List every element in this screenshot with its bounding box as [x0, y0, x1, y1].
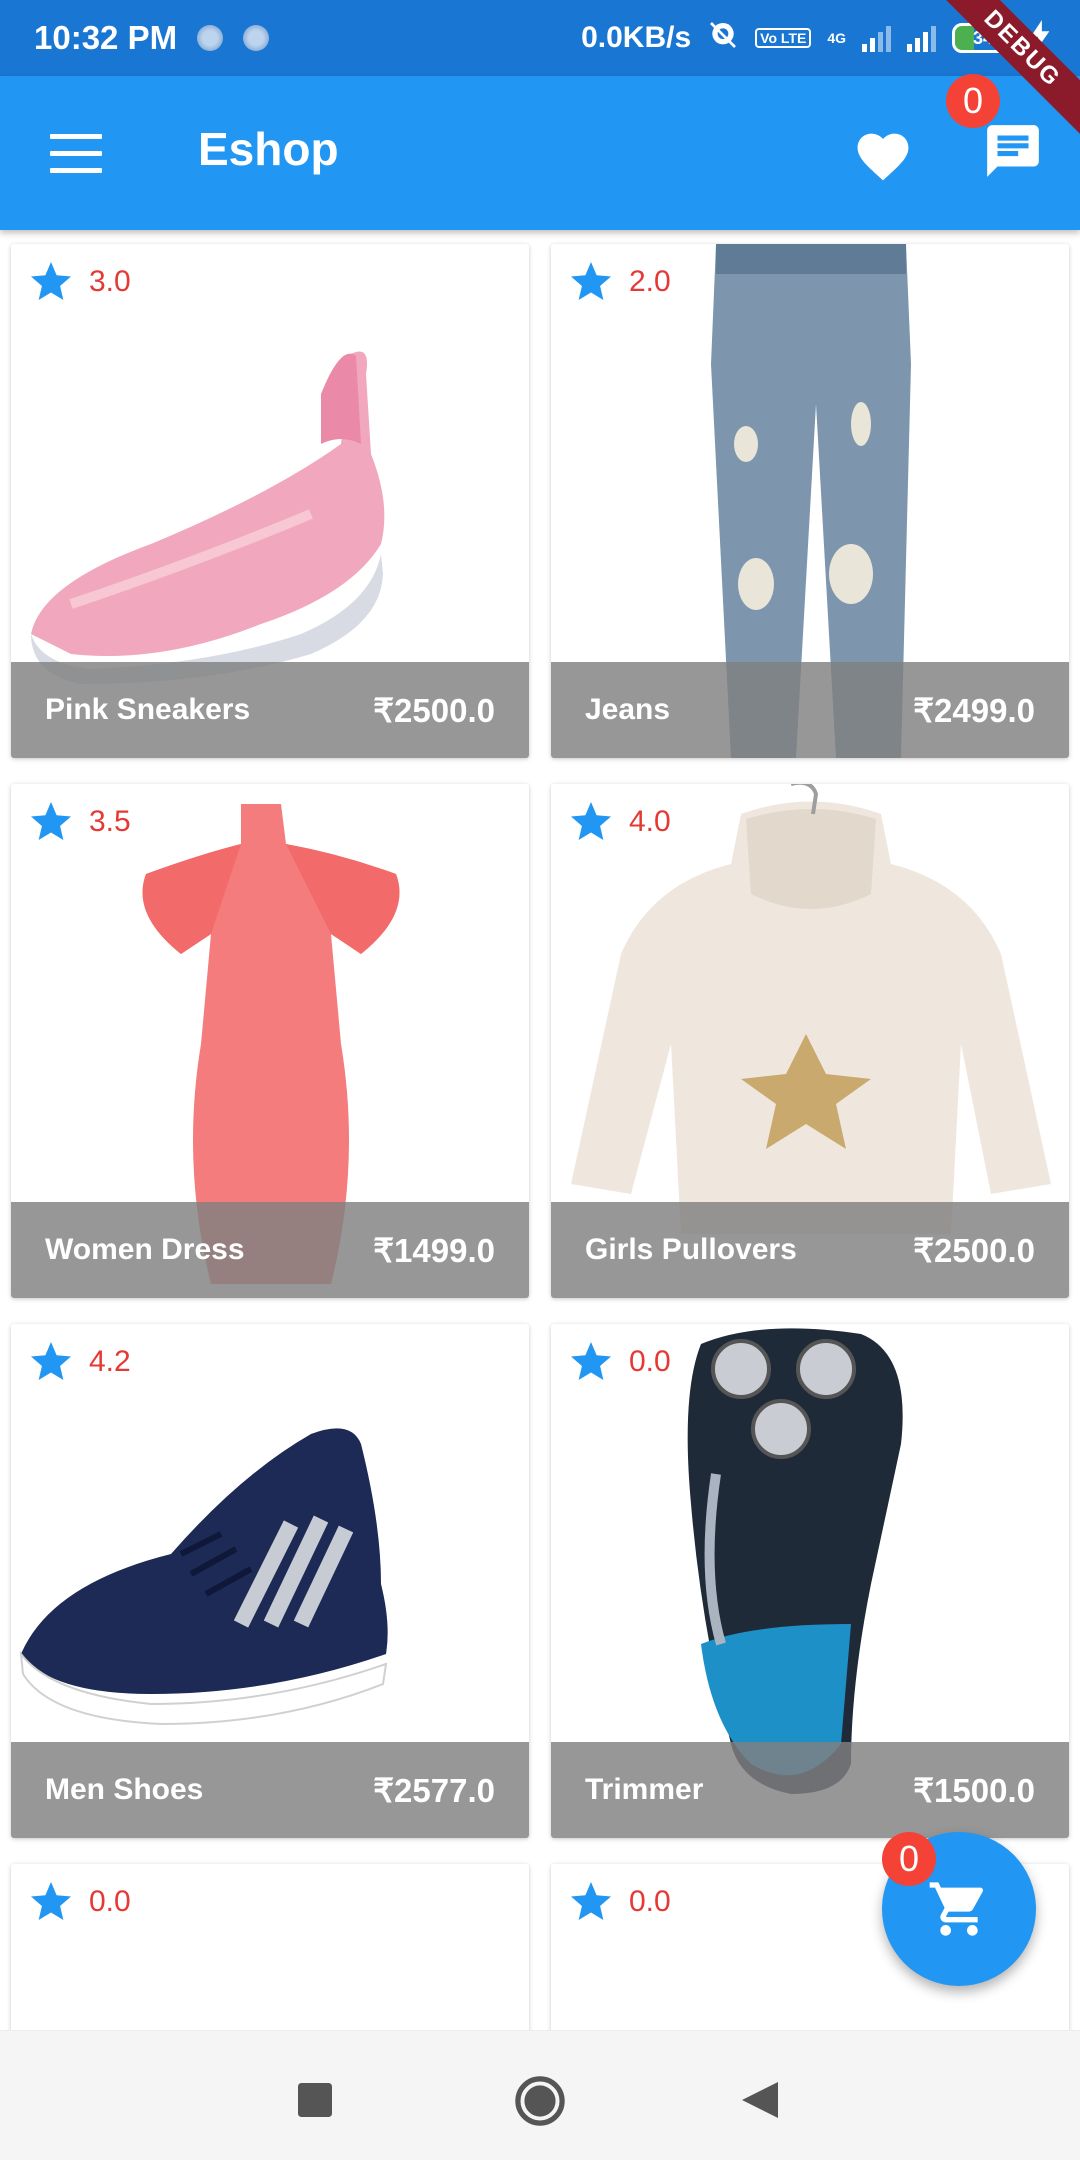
rating: 3.5 — [27, 798, 131, 846]
rating: 3.0 — [27, 258, 131, 306]
rating-value: 3.5 — [89, 805, 131, 838]
rating-value: 3.0 — [89, 265, 131, 298]
back-triangle-icon[interactable] — [742, 2081, 778, 2124]
network-type: 4G — [827, 30, 846, 46]
star-icon — [571, 262, 611, 300]
network-speed: 0.0KB/s — [581, 21, 692, 54]
product-caption: Trimmer ₹1500.0 — [551, 1742, 1069, 1838]
product-price: ₹2500.0 — [913, 1231, 1035, 1269]
app-title: Eshop — [198, 123, 339, 175]
product-card[interactable]: 0.0 Trimmer ₹1500.0 — [551, 1324, 1069, 1838]
product-card[interactable]: 2.0 Jeans ₹2499.0 — [551, 244, 1069, 758]
cart-badge: 0 — [882, 1832, 936, 1886]
notification-dot-icon — [243, 25, 270, 51]
product-card[interactable]: 3.0 Pink Sneakers ₹2500.0 — [11, 244, 529, 758]
menu-icon[interactable] — [50, 134, 102, 174]
status-time: 10:32 PM — [34, 19, 178, 56]
star-icon — [31, 1882, 71, 1920]
product-price: ₹2500.0 — [373, 691, 495, 729]
chat-badge: 0 — [946, 74, 1000, 128]
product-name: Jeans — [585, 693, 671, 726]
rating-value: 0.0 — [629, 1345, 671, 1378]
star-icon — [31, 802, 71, 840]
signal-icon — [862, 24, 891, 52]
rating: 0.0 — [567, 1338, 671, 1386]
product-card[interactable]: 3.5 Women Dress ₹1499.0 — [11, 784, 529, 1298]
volte-icon: Vo LTE — [755, 28, 812, 48]
product-price: ₹1500.0 — [913, 1771, 1035, 1809]
rating: 0.0 — [567, 1878, 671, 1926]
rating-value: 2.0 — [629, 265, 671, 298]
signal-icon — [907, 24, 936, 52]
star-icon — [571, 802, 611, 840]
product-card[interactable]: 0.0 — [11, 1864, 529, 2034]
product-name: Girls Pullovers — [585, 1233, 797, 1266]
product-price: ₹2577.0 — [373, 1771, 495, 1809]
product-name: Men Shoes — [45, 1773, 204, 1806]
rating-value: 4.2 — [89, 1345, 131, 1378]
rating: 2.0 — [567, 258, 671, 306]
star-icon — [571, 1342, 611, 1380]
product-caption: Pink Sneakers ₹2500.0 — [11, 662, 529, 758]
chat-icon[interactable] — [982, 120, 1044, 182]
product-card[interactable]: 4.2 Men Shoes ₹2577.0 — [11, 1324, 529, 1838]
product-caption: Men Shoes ₹2577.0 — [11, 1742, 529, 1838]
recents-square-icon[interactable] — [298, 2083, 332, 2122]
product-price: ₹1499.0 — [373, 1231, 495, 1269]
product-caption: Women Dress ₹1499.0 — [11, 1202, 529, 1298]
product-name: Trimmer — [585, 1773, 704, 1806]
star-icon — [571, 1882, 611, 1920]
status-bar: 10:32 PM 0.0KB/s Vo LTE 4G 34 DEBUG — [0, 0, 1080, 148]
star-icon — [31, 1342, 71, 1380]
cart-icon — [929, 1882, 984, 1936]
product-card[interactable]: 4.0 Girls Pullovers ₹2500.0 — [551, 784, 1069, 1298]
app-bar: Eshop 0 — [0, 74, 1080, 230]
system-nav-bar — [0, 2030, 1080, 2160]
rating: 0.0 — [27, 1878, 131, 1926]
product-price: ₹2499.0 — [913, 691, 1035, 729]
product-caption: Girls Pullovers ₹2500.0 — [551, 1202, 1069, 1298]
rating: 4.2 — [27, 1338, 131, 1386]
notification-dot-icon — [197, 25, 224, 51]
product-name: Women Dress — [45, 1233, 245, 1266]
home-circle-icon[interactable] — [514, 2075, 566, 2132]
rating-value: 0.0 — [89, 1885, 131, 1918]
star-icon — [31, 262, 71, 300]
alarm-off-icon — [707, 19, 739, 58]
rating: 4.0 — [567, 798, 671, 846]
rating-value: 4.0 — [629, 805, 671, 838]
product-name: Pink Sneakers — [45, 693, 251, 726]
product-caption: Jeans ₹2499.0 — [551, 662, 1069, 758]
rating-value: 0.0 — [629, 1885, 671, 1918]
favorites-heart-icon[interactable] — [852, 126, 914, 182]
